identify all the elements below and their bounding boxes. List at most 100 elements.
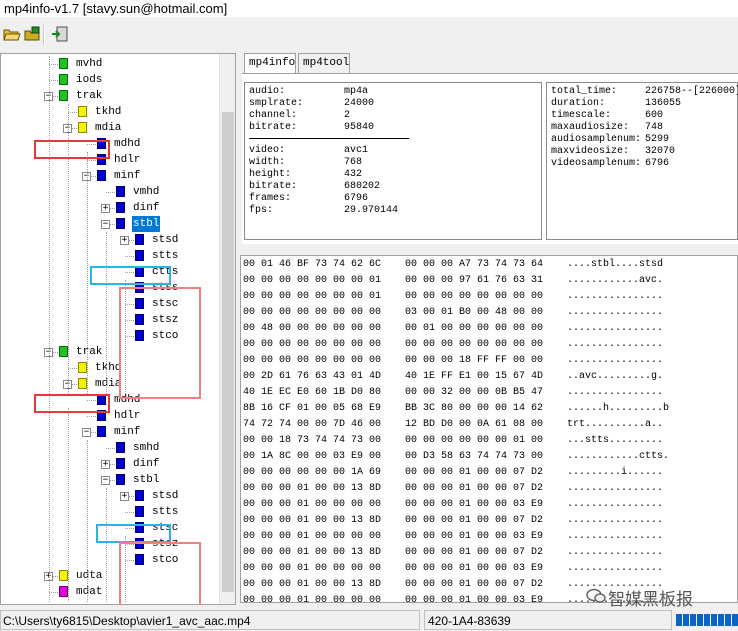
hex-bytes-right: 00 00 00 A7 73 74 73 64 [405, 259, 544, 270]
collapse-icon[interactable]: − [101, 220, 110, 229]
tree-node-label: dinf [133, 202, 160, 214]
tree-node-label: stsd [152, 234, 179, 246]
info-key: maxaudiosize: [551, 122, 630, 133]
tree-node-label: dinf [133, 458, 160, 470]
tree-node-label: mvhd [76, 58, 103, 70]
tree-node-label: stbl [133, 474, 160, 486]
tab-mp4info[interactable]: mp4info [244, 53, 296, 74]
hex-ascii: ................ [567, 515, 664, 526]
info-value: 748 [645, 122, 664, 133]
info-value: 226758--[226000] [645, 86, 738, 97]
tree-guide [49, 56, 50, 602]
hex-bytes-right: 00 00 00 00 00 00 01 00 [405, 435, 544, 446]
info-key: width: [249, 157, 286, 168]
info-key: bitrate: [249, 181, 298, 192]
highlight-box-red [34, 140, 110, 159]
hex-bytes-left: 00 1A 8C 00 00 03 E9 00 [243, 451, 382, 462]
hex-ascii: ................ [567, 323, 664, 334]
hex-bytes-left: 00 00 00 01 00 00 00 00 [243, 499, 382, 510]
open-icon[interactable] [3, 26, 21, 42]
tree-node-label: mdhd [114, 138, 141, 150]
tree-node-label: minf [114, 170, 141, 182]
atom-icon [135, 506, 144, 517]
status-bar: C:\Users\ty6815\Desktop\avier1_avc_aac.m… [0, 610, 738, 630]
atom-icon [116, 442, 125, 453]
highlight-box-red [119, 287, 201, 399]
highlight-box-blue [90, 266, 171, 285]
hex-bytes-left: 00 00 00 01 00 00 00 00 [243, 531, 382, 542]
atom-icon [135, 490, 144, 501]
hex-bytes-right: 00 00 00 00 00 00 00 00 [405, 291, 544, 302]
atom-icon [78, 122, 87, 133]
hex-ascii: ................ [567, 339, 664, 350]
hex-ascii: trt..........a.. [567, 419, 664, 430]
tree-node-label: udta [76, 570, 103, 582]
tree-scrollbar[interactable] [219, 54, 235, 604]
info-key: height: [249, 169, 292, 180]
hex-ascii: ...stts......... [567, 435, 664, 446]
hex-view[interactable]: 00 01 46 BF 73 74 62 6C 00 00 00 A7 73 74… [240, 255, 738, 603]
info-value: 24000 [344, 98, 375, 109]
atom-icon [135, 234, 144, 245]
atom-icon [116, 458, 125, 469]
file-info-panel: total_time: 226758--[226000] duration: 1360… [546, 82, 738, 240]
tree-node-label: hdlr [114, 154, 141, 166]
tab-mp4tool[interactable]: mp4tool [298, 53, 350, 73]
expand-icon[interactable]: + [120, 236, 129, 245]
hex-bytes-left: 00 00 00 00 00 00 00 01 [243, 275, 382, 286]
highlight-box-blue [96, 524, 171, 543]
hex-bytes-right: 00 00 00 97 61 76 63 31 [405, 275, 544, 286]
hex-bytes-left: 00 00 18 73 74 74 73 00 [243, 435, 382, 446]
info-key: frames: [249, 193, 292, 204]
progress-segment [711, 614, 717, 626]
window-title: mp4info-v1.7 [stavy.sun@hotmail.com] [0, 0, 738, 17]
status-range: 420-1A4-83639 [424, 610, 672, 630]
hex-ascii: ................ [567, 307, 664, 318]
hex-bytes-left: 00 00 00 01 00 00 13 8D [243, 547, 382, 558]
atom-icon [59, 586, 68, 597]
hex-ascii: ................ [567, 387, 664, 398]
collapse-icon[interactable]: − [82, 428, 91, 437]
info-divider [249, 138, 409, 139]
hex-bytes-right: 03 00 01 B0 00 48 00 00 [405, 307, 544, 318]
expand-icon[interactable]: + [101, 204, 110, 213]
progress-segment [676, 614, 682, 626]
hex-ascii: ....stbl....stsd [567, 259, 664, 270]
hex-bytes-right: 12 BD D0 00 0A 61 08 00 [405, 419, 544, 430]
info-key: audio: [249, 86, 286, 97]
hex-bytes-right: 00 00 32 00 00 0B B5 47 [405, 387, 544, 398]
hex-bytes-left: 74 72 74 00 00 7D 46 00 [243, 419, 382, 430]
tree-node-label: vmhd [133, 186, 160, 198]
tree-scrollbar-thumb[interactable] [222, 112, 234, 592]
open-folder-icon[interactable] [24, 26, 42, 42]
tree-node-label: smhd [133, 442, 160, 454]
hex-ascii: ..avc.........g. [567, 371, 664, 382]
atom-tree[interactable]: mvhd iods trak − tkhd mdia − mdhd hdlr minf − vmhd d… [0, 53, 236, 605]
collapse-icon[interactable]: − [101, 476, 110, 485]
info-key: audiosamplenum: [551, 134, 642, 145]
info-area: audio: mp4a smplrate: 24000 channel: 2 bitrate… [242, 73, 738, 244]
info-value: 5299 [645, 134, 670, 145]
info-value: 6796 [344, 193, 369, 204]
hex-bytes-left: 40 1E EC E0 60 1B D0 80 [243, 387, 382, 398]
highlight-box-red [34, 394, 110, 413]
info-value: 432 [344, 169, 363, 180]
expand-icon[interactable]: + [120, 492, 129, 501]
tree-node-label: minf [114, 426, 141, 438]
expand-icon[interactable]: + [101, 460, 110, 469]
info-key: smplrate: [249, 98, 304, 109]
exit-icon[interactable] [51, 26, 69, 42]
hex-ascii: .........i...... [567, 467, 664, 478]
progress-segment [704, 614, 710, 626]
hex-bytes-right: 00 00 00 01 00 00 07 D2 [405, 515, 544, 526]
tree-connector [125, 256, 134, 257]
atom-icon [97, 426, 106, 437]
hex-bytes-right: BB 3C 80 00 00 00 14 62 [405, 403, 544, 414]
atom-icon [78, 362, 87, 373]
info-key: timescale: [551, 110, 612, 121]
hex-bytes-right: 00 00 00 01 00 00 03 E9 [405, 595, 544, 603]
hex-bytes-right: 00 01 00 00 00 00 00 00 [405, 323, 544, 334]
tree-guide [106, 488, 107, 602]
tree-node-label: trak [76, 90, 103, 102]
progress-segment [718, 614, 724, 626]
